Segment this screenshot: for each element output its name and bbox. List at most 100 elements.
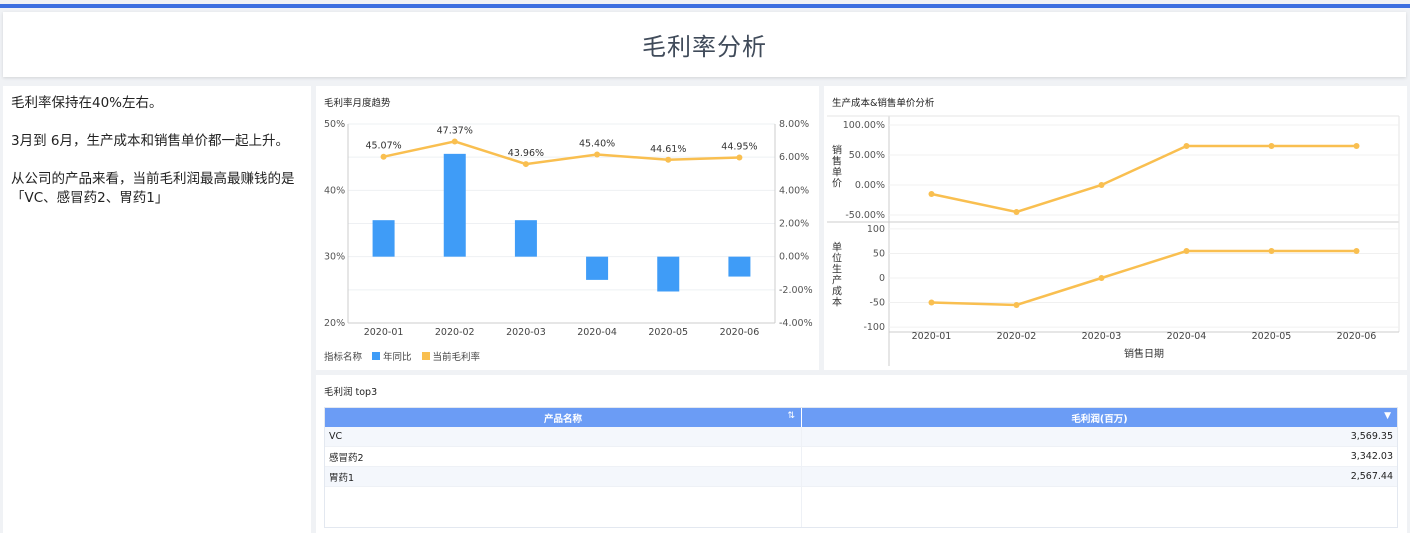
y-axis-title: 单位生产成本 [832, 242, 842, 309]
x-tick-label: 2020-06 [1337, 331, 1377, 342]
margin-trend-panel: 毛利率月度趋势 50% 40% 30% 20% 8.00% 6.00% 4.00% 2.00%… [316, 86, 819, 370]
table-header: 产品名称 ⇅ 毛利润(百万) ▼ [325, 408, 1397, 427]
y-right-tick-label: 6.00% [779, 152, 809, 163]
y-tick-label: 100.00% [843, 120, 885, 131]
y-right-tick-label: 2.00% [779, 219, 809, 230]
cost-price-chart: 100.00% 50.00% 0.00% -50.00% 销售单价 100 50 0 -50 -1… [827, 115, 1400, 366]
cell-product: VC [325, 427, 802, 446]
legend-swatch-line [421, 352, 430, 360]
y-tick-label: 0 [879, 273, 885, 284]
legend-item-yoy[interactable]: 年同比 [383, 349, 412, 363]
page-title: 毛利率分析 [642, 33, 767, 61]
data-label: 45.07% [365, 141, 401, 152]
series-point [1353, 248, 1360, 254]
y-right-tick-label: 4.00% [779, 185, 809, 196]
cell-profit: 2,567.44 [1350, 471, 1393, 482]
cost-price-panel: 生产成本&销售单价分析 100.00% 50.00% 0.00% -50.00% 销售单… [824, 86, 1407, 370]
y-right-tick-label: -4.00% [779, 318, 813, 329]
y-tick-label: 50.00% [849, 150, 885, 161]
table-body: VC 3,569.35 感冒药2 3,342.03 胃药1 2,567.44 [325, 427, 1397, 487]
point-margin [380, 153, 387, 160]
y-axis-title: 销售单价 [832, 144, 842, 190]
x-tick-label: 2020-04 [1167, 331, 1207, 342]
table-title: 毛利润 top3 [324, 387, 378, 398]
series-point [928, 191, 935, 197]
y-tick-label: 100 [867, 224, 885, 235]
y-left-tick-label: 50% [324, 119, 345, 130]
y-left-tick-label: 40% [324, 185, 345, 196]
summary-panel: 毛利率保持在40%左右。 3月到 6月，生产成本和销售单价都一起上升。 从公司的… [3, 86, 311, 533]
y-right-tick-label: 0.00% [779, 252, 809, 263]
profit-table: 产品名称 ⇅ 毛利润(百万) ▼ VC 3,569.35 感冒药2 3,342.… [324, 407, 1398, 528]
data-label: 45.40% [579, 139, 615, 150]
point-margin [594, 151, 601, 158]
y-tick-label: 0.00% [855, 180, 885, 191]
series-point [1098, 182, 1105, 188]
series-point [1013, 209, 1020, 215]
margin-trend-chart: 50% 40% 30% 20% 8.00% 6.00% 4.00% 2.00% 0.00% -2.… [324, 119, 813, 338]
bar-yoy [443, 153, 466, 257]
cell-product: 胃药1 [325, 467, 802, 486]
column-header-profit[interactable]: 毛利润(百万) ▼ [802, 408, 1397, 427]
series-point [928, 299, 935, 306]
point-margin [451, 138, 458, 145]
summary-paragraph-3: 从公司的产品来看，当前毛利润最高最赚钱的是「VC、感冒药2、胃药1」 [11, 171, 295, 206]
x-tick-label: 2020-02 [435, 327, 475, 338]
sort-icon[interactable]: ⇅ [787, 411, 795, 421]
title-panel: 毛利率分析 [3, 12, 1406, 77]
data-label: 43.96% [508, 148, 544, 159]
series-point [1268, 248, 1275, 254]
column-header-product[interactable]: 产品名称 ⇅ [325, 408, 802, 427]
x-tick-label: 2020-05 [648, 327, 688, 338]
series-point [1183, 248, 1190, 254]
table-empty-area [325, 487, 1397, 527]
x-tick-label: 2020-06 [720, 327, 760, 338]
point-margin [522, 161, 529, 168]
top3-table-panel: 毛利润 top3 产品名称 ⇅ 毛利润(百万) ▼ VC 3,569.35 感冒… [316, 375, 1407, 533]
y-tick-label: -50.00% [845, 210, 885, 221]
table-row[interactable]: 胃药1 2,567.44 [325, 467, 1397, 487]
x-tick-label: 2020-05 [1252, 331, 1292, 342]
legend-item-margin[interactable]: 当前毛利率 [433, 349, 481, 363]
cell-product: 感冒药2 [325, 447, 802, 466]
data-label: 47.37% [437, 125, 473, 136]
summary-paragraph-1: 毛利率保持在40%左右。 [11, 95, 163, 111]
y-right-tick-label: 8.00% [779, 119, 809, 130]
bar-yoy [372, 220, 395, 257]
data-label: 44.61% [650, 144, 686, 155]
x-tick-label: 2020-03 [506, 327, 546, 338]
top-accent-bar [0, 4, 1410, 8]
y-tick-label: -100 [863, 322, 885, 333]
y-left-tick-label: 20% [324, 318, 345, 329]
point-margin [736, 154, 743, 161]
filter-icon[interactable]: ▼ [1384, 411, 1391, 421]
bar-yoy [728, 256, 751, 277]
bar-yoy [514, 220, 537, 257]
y-tick-label: -50 [869, 298, 885, 309]
table-row[interactable]: VC 3,569.35 [325, 427, 1397, 447]
y-left-tick-label: 30% [324, 252, 345, 263]
series-point [1353, 143, 1360, 149]
legend-title: 指标名称 [324, 352, 363, 363]
cell-profit: 3,569.35 [1350, 431, 1393, 442]
series-point [1013, 302, 1020, 308]
chart-legend: 指标名称 年同比 当前毛利率 [324, 349, 480, 363]
x-tick-label: 2020-01 [912, 331, 952, 342]
bar-yoy [586, 256, 609, 280]
point-margin [665, 156, 672, 163]
series-point [1183, 143, 1190, 149]
data-label: 44.95% [721, 141, 757, 152]
series-point [1098, 275, 1105, 281]
series-line [931, 144, 1357, 214]
y-tick-label: 50 [873, 248, 885, 259]
bar-yoy [657, 256, 680, 292]
x-axis-title: 销售日期 [1124, 347, 1164, 360]
y-right-tick-label: -2.00% [779, 285, 813, 296]
legend-swatch-bar [372, 352, 381, 360]
summary-paragraph-2: 3月到 6月，生产成本和销售单价都一起上升。 [11, 133, 289, 149]
x-tick-label: 2020-04 [577, 327, 617, 338]
x-tick-label: 2020-01 [364, 327, 404, 338]
x-tick-label: 2020-03 [1082, 331, 1122, 342]
cell-profit: 3,342.03 [1350, 451, 1393, 462]
table-row[interactable]: 感冒药2 3,342.03 [325, 447, 1397, 467]
